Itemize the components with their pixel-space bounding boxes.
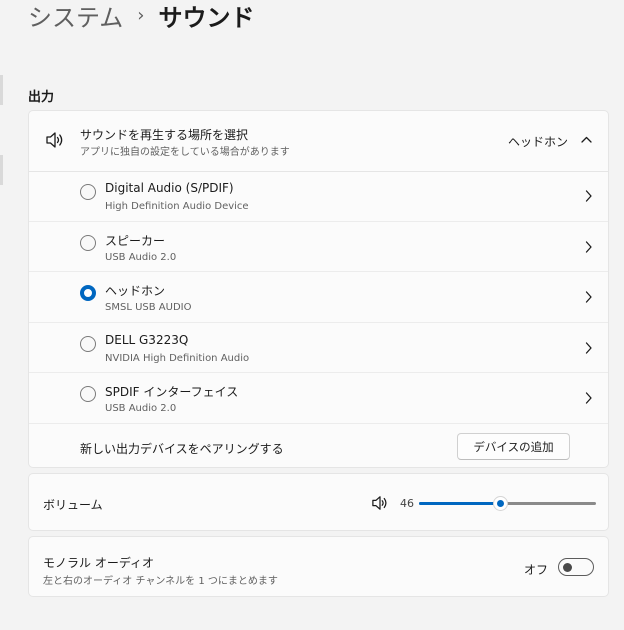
breadcrumb: システム › サウンド	[28, 0, 255, 33]
breadcrumb-system[interactable]: システム	[28, 0, 123, 33]
chevron-right-icon[interactable]	[585, 341, 592, 354]
selected-output-value: ヘッドホン	[507, 135, 568, 149]
output-selector-subtitle: アプリに独自の設定をしている場合があります	[80, 147, 290, 158]
chevron-right-icon[interactable]	[585, 392, 592, 404]
device-name: DELL G3223Q	[105, 332, 189, 347]
chevron-right-icon[interactable]	[585, 291, 592, 303]
volume-card: ボリューム 46	[28, 473, 609, 531]
speaker-icon	[46, 132, 63, 148]
device-name: Digital Audio (S/PDIF)	[105, 181, 234, 195]
device-name: ヘッドホン	[105, 284, 166, 298]
breadcrumb-separator-icon: ›	[137, 4, 145, 26]
nav-rail-edge	[0, 75, 3, 105]
chevron-right-icon[interactable]	[585, 240, 592, 253]
device-row[interactable]: SPDIF インターフェイス USB Audio 2.0	[29, 373, 608, 424]
chevron-up-icon[interactable]	[581, 136, 592, 143]
device-row[interactable]: ヘッドホン SMSL USB AUDIO	[29, 272, 608, 323]
output-card: サウンドを再生する場所を選択 アプリに独自の設定をしている場合があります ヘッド…	[28, 110, 609, 468]
device-description: High Definition Audio Device	[105, 201, 249, 212]
device-row[interactable]: Digital Audio (S/PDIF) High Definition A…	[29, 171, 608, 222]
toggle-knob	[563, 562, 572, 572]
volume-value: 46	[400, 497, 414, 510]
add-device-button[interactable]: デバイスの追加	[457, 433, 570, 460]
mono-audio-card: モノラル オーディオ 左と右のオーディオ チャンネルを 1 つにまとめます オフ	[28, 536, 609, 597]
device-radio[interactable]	[80, 335, 96, 352]
device-description: NVIDIA High Definition Audio	[105, 352, 250, 364]
speaker-icon[interactable]	[371, 495, 389, 511]
output-device-list: Digital Audio (S/PDIF) High Definition A…	[29, 171, 608, 424]
device-radio-selected[interactable]	[80, 285, 96, 301]
device-radio[interactable]	[80, 234, 96, 251]
mono-audio-title: モノラル オーディオ	[43, 556, 154, 570]
mono-audio-subtitle: 左と右のオーディオ チャンネルを 1 つにまとめます	[43, 576, 278, 587]
device-radio[interactable]	[80, 386, 96, 402]
output-device-selector[interactable]: サウンドを再生する場所を選択 アプリに独自の設定をしている場合があります ヘッド…	[29, 111, 608, 172]
device-name: スピーカー	[105, 233, 166, 248]
output-selector-title: サウンドを再生する場所を選択	[80, 128, 249, 142]
device-row[interactable]: スピーカー USB Audio 2.0	[29, 222, 608, 272]
volume-label: ボリューム	[43, 498, 103, 512]
volume-slider-fill	[419, 502, 501, 505]
device-radio[interactable]	[80, 184, 96, 200]
mono-audio-toggle[interactable]	[558, 558, 594, 576]
nav-rail-edge	[0, 155, 3, 185]
device-name: SPDIF インターフェイス	[105, 385, 239, 399]
pair-device-label: 新しい出力デバイスをペアリングする	[80, 442, 284, 456]
volume-slider-thumb[interactable]	[492, 496, 508, 511]
device-description: USB Audio 2.0	[105, 251, 177, 263]
device-description: SMSL USB AUDIO	[105, 302, 192, 313]
chevron-right-icon[interactable]	[585, 190, 592, 202]
page-title: サウンド	[158, 3, 255, 32]
device-row[interactable]: DELL G3223Q NVIDIA High Definition Audio	[29, 323, 608, 373]
device-description: USB Audio 2.0	[105, 403, 177, 414]
output-section-title: 出力	[28, 90, 55, 105]
volume-slider[interactable]	[419, 496, 596, 511]
pair-device-row: 新しい出力デバイスをペアリングする デバイスの追加	[29, 424, 608, 467]
mono-toggle-state: オフ	[523, 563, 548, 577]
